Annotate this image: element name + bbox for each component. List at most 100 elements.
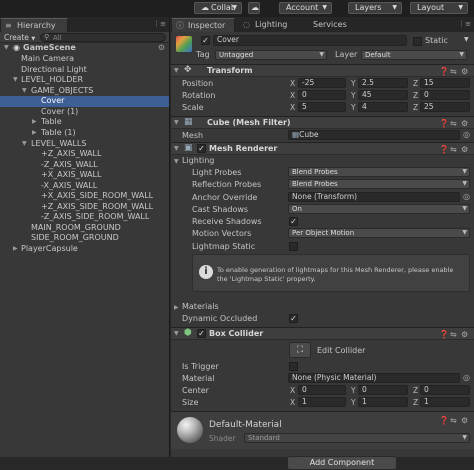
gear-icon[interactable]: ⚙	[461, 330, 468, 339]
tag-dropdown[interactable]: Untagged ▼	[215, 50, 327, 60]
layer-dropdown[interactable]: Default ▼	[361, 50, 467, 60]
layers-dropdown[interactable]: Layers ▼	[348, 2, 402, 14]
hierarchy-item-game-objects[interactable]: ▼ GAME_OBJECTS	[0, 86, 169, 97]
tab-inspector[interactable]: ⓘ Inspector	[171, 18, 235, 32]
hierarchy-item-player-capsule[interactable]: ▶ PlayerCapsule	[0, 244, 169, 255]
fold-open-icon[interactable]: ▼	[22, 139, 27, 150]
hierarchy-item-neg-z-wall[interactable]: -Z_AXIS_WALL	[0, 160, 169, 171]
active-checkbox[interactable]: ✓	[201, 36, 210, 45]
fold-open-icon[interactable]: ▼	[174, 158, 179, 165]
fold-closed-icon[interactable]: ▶	[13, 244, 18, 255]
box-collider-enabled-checkbox[interactable]: ✓	[197, 329, 206, 338]
lighting-foldout[interactable]: Lighting	[182, 156, 214, 165]
hierarchy-item-side-room-ground[interactable]: SIDE_ROOM_GROUND	[0, 233, 169, 244]
tab-services[interactable]: Services	[301, 18, 359, 32]
create-dropdown[interactable]: Create ▼	[4, 33, 35, 42]
object-picker-icon[interactable]: ◎	[463, 192, 470, 201]
scene-row[interactable]: ▼ ◉ GameScene ⚙	[0, 43, 169, 54]
hierarchy-item-neg-z-side-room-wall[interactable]: -Z_AXIS_SIDE_ROOM_WALL	[0, 212, 169, 223]
collab-button[interactable]: ☁ Collab ▼	[194, 2, 242, 14]
hierarchy-item-pos-x-side-room-wall[interactable]: +X_AXIS_SIDE_ROOM_WALL	[0, 191, 169, 202]
material-header[interactable]: Default-Material Shader Standard ▼ ❓ ⇋ ⚙	[171, 411, 474, 449]
center-z-field[interactable]: 0	[420, 385, 470, 395]
position-y-field[interactable]: 2.5	[358, 78, 408, 88]
scene-menu-icon[interactable]: ⚙	[158, 43, 165, 54]
fold-open-icon[interactable]: ▼	[174, 145, 179, 152]
position-x-field[interactable]: -25	[298, 78, 346, 88]
rotation-y-field[interactable]: 45	[358, 90, 408, 100]
tab-hierarchy[interactable]: ≡ Hierarchy	[0, 18, 68, 32]
hierarchy-item-cover[interactable]: Cover	[0, 96, 169, 107]
help-icon[interactable]: ❓	[439, 330, 449, 339]
cloud-button[interactable]: ☁	[248, 2, 260, 14]
static-dropdown-icon[interactable]: ▼	[464, 36, 469, 43]
mesh-field[interactable]: ▦Cube	[288, 130, 460, 140]
preset-icon[interactable]: ⇋	[450, 145, 457, 154]
hierarchy-item-neg-x-wall[interactable]: -X_AXIS_WALL	[0, 181, 169, 192]
motion-vectors-dropdown[interactable]: Per Object Motion ▼	[288, 228, 470, 238]
size-x-field[interactable]: 1	[298, 397, 346, 407]
fold-open-icon[interactable]: ▼	[174, 119, 179, 126]
size-y-field[interactable]: 1	[358, 397, 408, 407]
layout-dropdown[interactable]: Layout ▼	[410, 2, 468, 14]
center-y-field[interactable]: 0	[358, 385, 408, 395]
mesh-filter-header[interactable]: ▼ ▦ Cube (Mesh Filter) ❓ ⇋ ⚙	[171, 116, 474, 129]
add-component-button[interactable]: Add Component	[287, 456, 397, 470]
fold-open-icon[interactable]: ▼	[22, 86, 27, 97]
lightmap-static-checkbox[interactable]	[289, 242, 298, 251]
mesh-renderer-header[interactable]: ▼ ▣ ✓ Mesh Renderer ❓ ⇋ ⚙	[171, 142, 474, 155]
light-probes-dropdown[interactable]: Blend Probes ▼	[288, 167, 470, 177]
shader-dropdown[interactable]: Standard ▼	[244, 433, 470, 443]
account-dropdown[interactable]: Account ▼	[279, 2, 332, 14]
anchor-override-field[interactable]: None (Transform)	[288, 192, 460, 202]
center-x-field[interactable]: 0	[298, 385, 346, 395]
position-z-field[interactable]: 15	[420, 78, 470, 88]
fold-open-icon[interactable]: ▼	[174, 67, 179, 74]
hierarchy-item-level-walls[interactable]: ▼ LEVEL_WALLS	[0, 139, 169, 150]
receive-shadows-checkbox[interactable]: ✓	[289, 217, 298, 226]
dynamic-occluded-checkbox[interactable]: ✓	[289, 314, 298, 323]
panel-menu-icon[interactable]: ⋮≡	[153, 20, 166, 28]
preset-icon[interactable]: ⇋	[450, 119, 457, 128]
hierarchy-item-table[interactable]: ▶ Table	[0, 117, 169, 128]
help-icon[interactable]: ❓	[439, 67, 449, 76]
scale-x-field[interactable]: 5	[298, 102, 346, 112]
hierarchy-item-table-1[interactable]: ▶ Table (1)	[0, 128, 169, 139]
object-picker-icon[interactable]: ◎	[463, 373, 470, 382]
gear-icon[interactable]: ⚙	[461, 67, 468, 76]
rotation-z-field[interactable]: 0	[420, 90, 470, 100]
hierarchy-item-pos-z-wall[interactable]: +Z_AXIS_WALL	[0, 149, 169, 160]
preset-icon[interactable]: ⇋	[450, 416, 457, 425]
transform-header[interactable]: ▼ ✥ Transform ❓ ⇋ ⚙	[171, 64, 474, 77]
rotation-x-field[interactable]: 0	[298, 90, 346, 100]
fold-closed-icon[interactable]: ▶	[32, 117, 37, 128]
cast-shadows-dropdown[interactable]: On ▼	[288, 204, 470, 214]
hierarchy-item-main-camera[interactable]: Main Camera	[0, 54, 169, 65]
hierarchy-search-input[interactable]: ⚲ All	[40, 33, 166, 42]
gear-icon[interactable]: ⚙	[461, 119, 468, 128]
is-trigger-checkbox[interactable]	[289, 362, 298, 371]
box-collider-header[interactable]: ▼ ⬢ ✓ Box Collider ❓ ⇋ ⚙	[171, 327, 474, 340]
fold-closed-icon[interactable]: ▶	[174, 304, 179, 311]
preset-icon[interactable]: ⇋	[450, 67, 457, 76]
fold-open-icon[interactable]: ▼	[13, 75, 18, 86]
hierarchy-item-directional-light[interactable]: Directional Light	[0, 65, 169, 76]
size-z-field[interactable]: 1	[420, 397, 470, 407]
fold-closed-icon[interactable]: ▶	[32, 128, 37, 139]
help-icon[interactable]: ❓	[439, 119, 449, 128]
preset-icon[interactable]: ⇋	[450, 330, 457, 339]
gear-icon[interactable]: ⚙	[461, 416, 468, 425]
gear-icon[interactable]: ⚙	[461, 145, 468, 154]
collider-material-field[interactable]: None (Physic Material)	[288, 373, 460, 383]
reflection-probes-dropdown[interactable]: Blend Probes ▼	[288, 179, 470, 189]
static-checkbox[interactable]	[413, 37, 422, 46]
scale-y-field[interactable]: 4	[358, 102, 408, 112]
object-picker-icon[interactable]: ◎	[463, 130, 470, 139]
tab-lighting[interactable]: ◌ Lighting	[239, 18, 301, 32]
hierarchy-item-pos-z-side-room-wall[interactable]: +Z_AXIS_SIDE_ROOM_WALL	[0, 202, 169, 213]
materials-foldout[interactable]: Materials	[182, 302, 219, 311]
hierarchy-item-level-holder[interactable]: ▼ LEVEL_HOLDER	[0, 75, 169, 86]
fold-open-icon[interactable]: ▼	[174, 330, 179, 337]
edit-collider-button[interactable]: ⛶	[289, 342, 311, 358]
scale-z-field[interactable]: 25	[420, 102, 470, 112]
